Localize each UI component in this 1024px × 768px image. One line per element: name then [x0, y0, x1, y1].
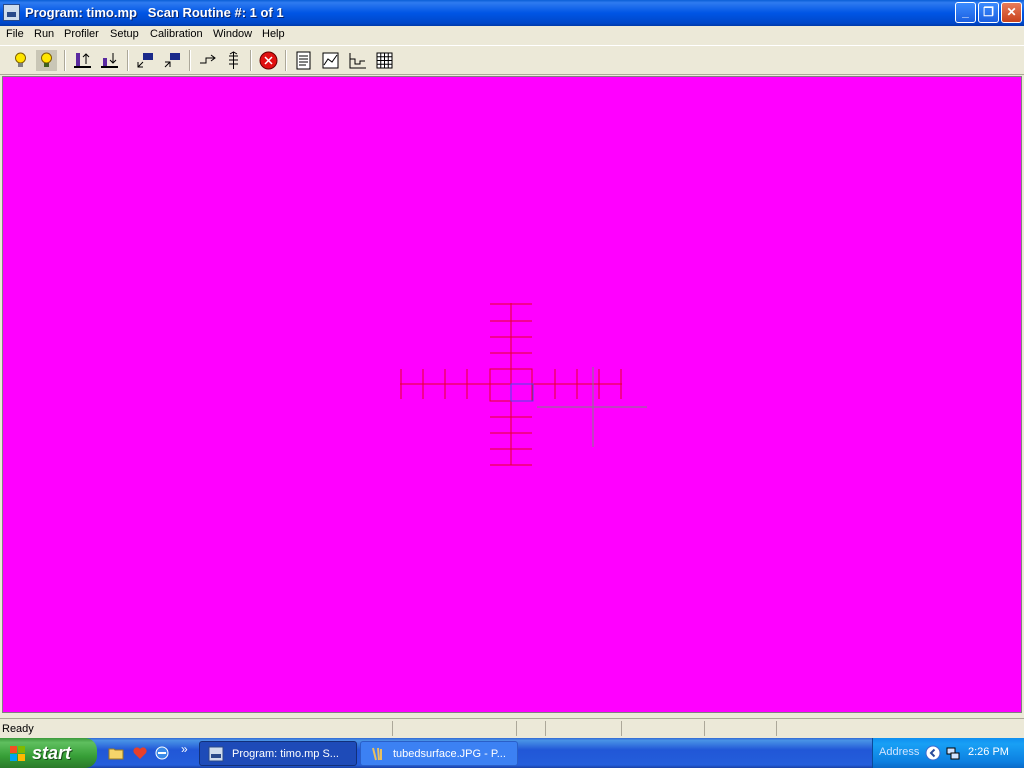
probe-marker	[537, 367, 647, 447]
toolbar	[0, 45, 1024, 75]
menu-calibration[interactable]: Calibration	[150, 28, 203, 40]
address-label: Address	[879, 746, 920, 758]
app-icon[interactable]	[3, 4, 20, 21]
network-icon[interactable]	[945, 745, 961, 761]
menu-profiler[interactable]: Profiler	[64, 28, 99, 40]
status-bar: Ready	[0, 718, 1024, 738]
title-bar[interactable]: Program: timo.mp Scan Routine #: 1 of 1 …	[0, 0, 1024, 26]
close-button[interactable]: ✕	[1001, 2, 1022, 23]
scan-stack-icon[interactable]	[223, 50, 244, 71]
probe-up-icon[interactable]	[72, 50, 93, 71]
menu-bar: File Run Profiler Setup Calibration Wind…	[0, 26, 1024, 45]
windows-flag-icon	[10, 746, 25, 761]
step-icon[interactable]	[197, 50, 218, 71]
move-from-icon[interactable]	[162, 50, 183, 71]
cursor-box	[510, 383, 534, 402]
start-label: start	[32, 743, 72, 763]
heart-icon[interactable]	[132, 745, 148, 761]
status-text: Ready	[2, 723, 34, 735]
report-icon[interactable]	[293, 50, 314, 71]
menu-file[interactable]: File	[6, 28, 24, 40]
toolbar-separator	[127, 50, 129, 71]
restore-button[interactable]: ❐	[978, 2, 999, 23]
status-pane-divider	[545, 721, 546, 736]
status-pane-divider	[392, 721, 393, 736]
crosshair-overlay	[400, 303, 647, 466]
status-pane-divider	[776, 721, 777, 736]
folder-icon[interactable]	[108, 745, 124, 761]
quick-launch-overflow[interactable]: »	[181, 742, 188, 756]
taskbar-item-label: Program: timo.mp S...	[232, 748, 339, 760]
toolbar-separator	[250, 50, 252, 71]
probe-down-icon[interactable]	[99, 50, 120, 71]
menu-setup[interactable]: Setup	[110, 28, 139, 40]
scan-canvas[interactable]	[2, 76, 1022, 713]
internet-explorer-icon[interactable]	[154, 745, 170, 761]
status-pane-divider	[516, 721, 517, 736]
menu-run[interactable]: Run	[34, 28, 54, 40]
grid-icon[interactable]	[374, 50, 395, 71]
menu-window[interactable]: Window	[213, 28, 252, 40]
program-app-icon	[208, 746, 224, 762]
minimize-button[interactable]: _	[955, 2, 976, 23]
taskbar-item-program[interactable]: Program: timo.mp S...	[199, 741, 357, 766]
address-chevron-icon[interactable]	[925, 745, 941, 761]
lightbulb-off-icon[interactable]	[36, 50, 57, 71]
move-to-icon[interactable]	[135, 50, 156, 71]
status-pane-divider	[621, 721, 622, 736]
profile-graph-icon[interactable]	[320, 50, 341, 71]
stop-icon[interactable]	[258, 50, 279, 71]
step-graph-icon[interactable]	[347, 50, 368, 71]
system-tray: Address 2:26 PM	[872, 738, 1024, 768]
window-title: Program: timo.mp Scan Routine #: 1 of 1	[25, 5, 284, 20]
status-pane-divider	[704, 721, 705, 736]
menu-help[interactable]: Help	[262, 28, 285, 40]
toolbar-separator	[189, 50, 191, 71]
start-button[interactable]: start	[0, 738, 97, 768]
clock[interactable]: 2:26 PM	[968, 746, 1009, 758]
toolbar-separator	[64, 50, 66, 71]
paint-icon	[372, 747, 382, 761]
lightbulb-on-icon[interactable]	[10, 50, 31, 71]
taskbar: start » Program: timo.mp S... tubedsurfa…	[0, 738, 1024, 768]
taskbar-item-label: tubedsurface.JPG - P...	[393, 748, 506, 760]
taskbar-item-image[interactable]: tubedsurface.JPG - P...	[360, 741, 518, 766]
toolbar-separator	[285, 50, 287, 71]
